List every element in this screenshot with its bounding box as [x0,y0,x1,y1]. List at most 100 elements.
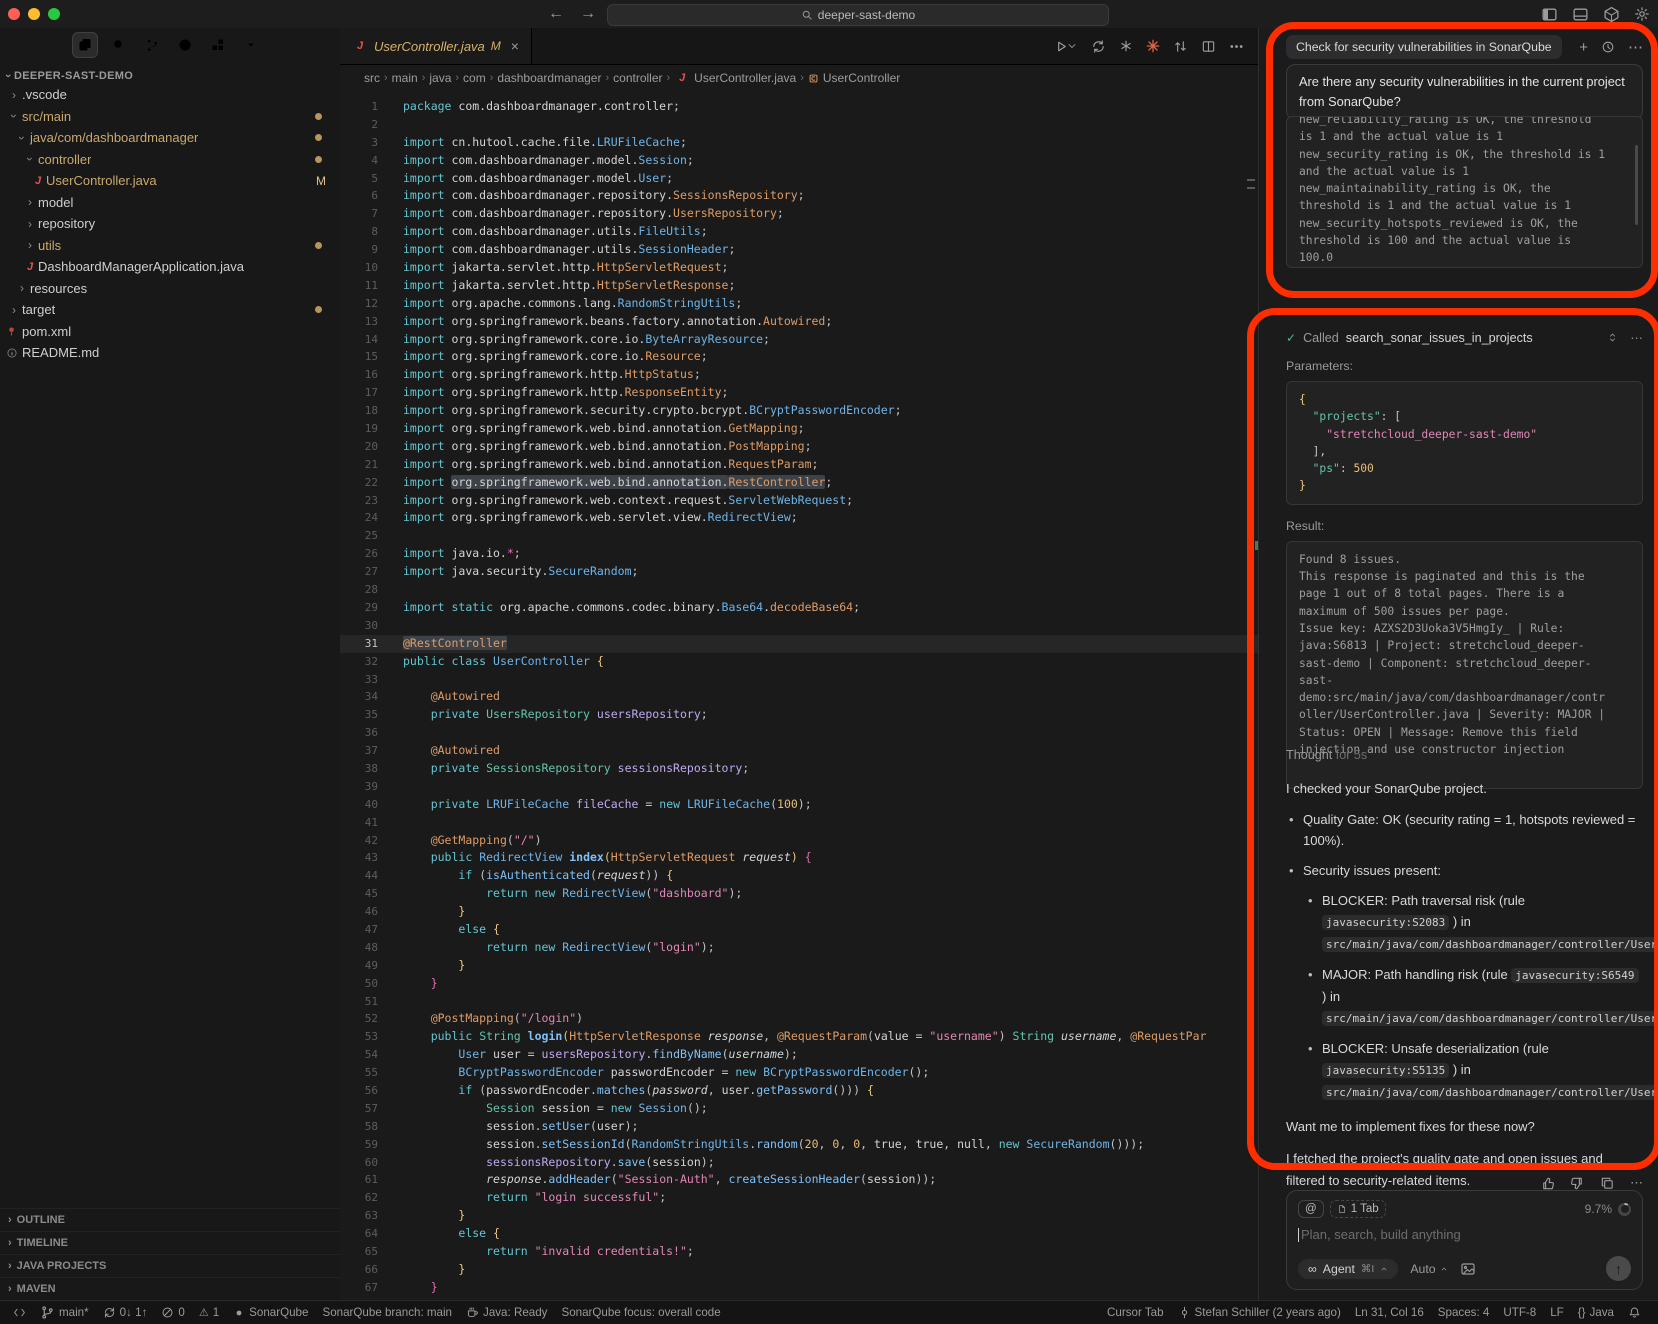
agent-mode-selector[interactable]: ∞ Agent ⌘I [1298,1259,1398,1279]
chat-input[interactable]: Plan, search, build anything [1298,1227,1631,1242]
breadcrumb-item[interactable]: main [392,71,418,85]
status-item-stefan-schiller-2-years-ago-[interactable]: Stefan Schiller (2 years ago) [1178,1306,1341,1319]
code-editor[interactable]: 1package com.dashboardmanager.controller… [340,91,1258,1308]
activity-extensions-button[interactable] [206,33,230,57]
layout-panel-icon[interactable] [1572,6,1589,23]
scrollbar-decorations[interactable] [1246,91,1258,1301]
tree-item-utils[interactable]: ›utils [0,235,340,257]
tree-item-repository[interactable]: ›repository [0,213,340,235]
breadcrumb-item[interactable]: dashboardmanager [497,71,601,85]
chat-tab[interactable]: Check for security vulnerabilities in So… [1286,35,1562,59]
modified-dot-badge [315,306,322,313]
status-item-0[interactable]: 0 [161,1306,184,1319]
status-item-lf[interactable]: LF [1550,1306,1564,1319]
tree-item-java-com-dashboardmanager[interactable]: ›java/com/dashboardmanager [0,127,340,149]
copy-icon[interactable] [1600,1175,1615,1191]
tree-item-resources[interactable]: ›resources [0,278,340,300]
tree-item--vscode[interactable]: ›.vscode [0,84,340,106]
model-selector[interactable]: Auto [1410,1262,1447,1276]
tree-item-target[interactable]: ›target [0,299,340,321]
activity-globe-button[interactable] [173,33,197,57]
status-item-utf-8[interactable]: UTF-8 [1503,1306,1536,1319]
minimize-window-button[interactable] [28,8,40,20]
more-icon[interactable]: ⋯ [1630,330,1643,345]
gear-icon[interactable] [1634,6,1650,22]
spark-icon[interactable] [1146,39,1160,53]
code-line: 67 } [340,1279,1258,1297]
tree-item-model[interactable]: ›model [0,192,340,214]
close-icon[interactable]: × [511,38,519,54]
activity-search-button[interactable] [107,33,131,57]
status-item-sonarqube[interactable]: SonarQube [233,1306,308,1319]
breadcrumb-item[interactable]: JUserController.java [674,71,796,85]
attach-image-icon[interactable] [1460,1261,1476,1277]
section-maven[interactable]: ›MAVEN [0,1277,340,1300]
status-item-1[interactable]: ⚠1 [199,1306,219,1319]
status-item-sonarqube-focus-overall-code[interactable]: SonarQube focus: overall code [561,1306,720,1319]
java-file-icon: J [22,261,38,273]
breadcrumb-item[interactable]: controller [613,71,662,85]
expand-icon[interactable] [1607,330,1618,345]
more-icon[interactable]: ⋯ [1628,38,1643,56]
tree-item-pom-xml[interactable]: pom.xml [0,321,340,343]
status-item-ln-31-col-16[interactable]: Ln 31, Col 16 [1355,1306,1424,1319]
status-item-main-[interactable]: main* [40,1305,89,1320]
breadcrumb-item[interactable]: UserController [808,71,900,85]
breadcrumb-item[interactable]: com [463,71,486,85]
status-item-0-1-[interactable]: 0↓ 1↑ [103,1306,148,1319]
tree-item-controller[interactable]: ›controller [0,149,340,171]
close-window-button[interactable] [8,8,20,20]
status-item-java-ready[interactable]: Java: Ready [466,1306,547,1319]
status-item-remote[interactable] [13,1306,26,1319]
tree-item-src-main[interactable]: ›src/main [0,106,340,128]
usage-indicator[interactable]: 9.7% [1585,1202,1631,1216]
loop-icon[interactable] [1091,39,1106,54]
status-item-cursor-tab[interactable]: Cursor Tab [1107,1306,1164,1319]
layout-sidebar-icon[interactable] [1541,6,1558,23]
more-icon[interactable]: ⋯ [1630,1175,1643,1191]
clock-history-icon[interactable] [1601,40,1615,54]
openai-icon[interactable] [1119,39,1133,53]
status-item-bell[interactable] [1628,1306,1641,1319]
section-java-projects[interactable]: ›JAVA PROJECTS [0,1254,340,1277]
quoted-output-box[interactable]: new_reliability_rating is OK, the thresh… [1286,116,1643,268]
scrollbar[interactable] [1635,145,1638,225]
back-icon[interactable]: ← [548,5,564,23]
project-header[interactable]: › DEEPER-SAST-DEMO [0,62,340,84]
section-outline[interactable]: ›OUTLINE [0,1208,340,1231]
status-item-java[interactable]: {}Java [1578,1306,1614,1319]
thumb-down-icon[interactable] [1570,1175,1585,1191]
section-timeline[interactable]: ›TIMELINE [0,1231,340,1254]
chat-input-card[interactable]: @ 1 Tab 9.7% Plan, search, build anythin… [1286,1190,1643,1290]
tree-item-usercontroller-java[interactable]: JUserController.javaM [0,170,340,192]
compare-icon[interactable] [1173,39,1188,54]
more-icon[interactable] [1229,39,1244,54]
command-search-input[interactable]: deeper-sast-demo [607,4,1109,26]
code-line: 10import jakarta.servlet.http.HttpServle… [340,259,1258,277]
breadcrumb-item[interactable]: src [364,71,380,85]
editor-action-icons [1054,28,1258,64]
activity-files-button[interactable] [72,32,98,58]
send-button[interactable]: ↑ [1606,1256,1631,1281]
status-item-sonarqube-branch-main[interactable]: SonarQube branch: main [322,1306,452,1319]
tree-item-dashboardmanagerapplication-java[interactable]: JDashboardManagerApplication.java [0,256,340,278]
tab-usercontroller[interactable]: J UserController.java M × [340,28,532,64]
thumb-up-icon[interactable] [1540,1175,1555,1191]
context-chip[interactable]: 1 Tab [1330,1200,1386,1218]
zoom-window-button[interactable] [48,8,60,20]
thought-duration[interactable]: Thought for 5s [1286,745,1643,766]
code-line: 53 public String login(HttpServletRespon… [340,1028,1258,1046]
activity-branch-button[interactable] [140,33,164,57]
tree-item-readme-md[interactable]: README.md [0,342,340,364]
bullet-text: MAJOR: Path handling risk (rule [1322,967,1511,982]
chevron-down-icon[interactable] [1066,40,1078,52]
breadcrumb-item[interactable]: java [429,71,451,85]
forward-icon[interactable]: → [580,5,596,23]
mention-button[interactable]: @ [1298,1200,1324,1218]
activity-toolbar [0,28,340,62]
split-icon[interactable] [1201,39,1216,54]
status-item-spaces-4[interactable]: Spaces: 4 [1438,1306,1490,1319]
cursor-logo-icon[interactable] [1603,6,1620,23]
activity-chevron-down-button[interactable] [239,33,263,57]
plus-icon[interactable]: + [1579,39,1588,56]
